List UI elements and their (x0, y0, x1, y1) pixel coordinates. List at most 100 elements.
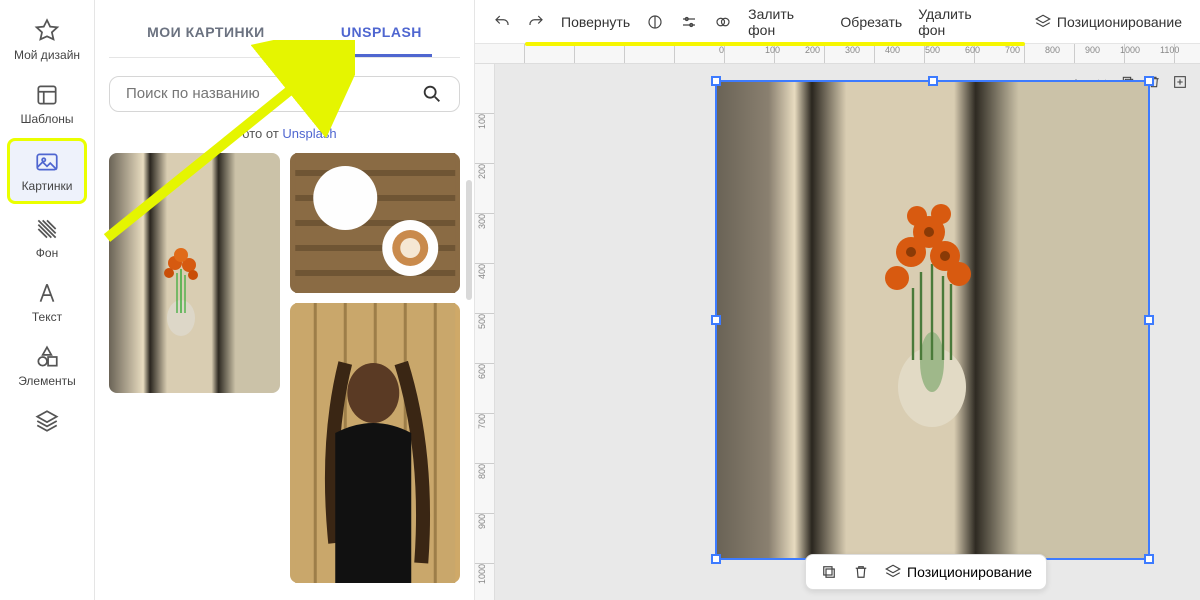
ruler-tick: 500 (477, 314, 487, 329)
template-icon (34, 82, 60, 108)
fill-bg-label: Залить фон (748, 6, 824, 38)
resize-handle[interactable] (928, 76, 938, 86)
ruler-tick: 900 (477, 514, 487, 529)
rail-item-images[interactable]: Картинки (7, 138, 87, 204)
ruler-tick: 100 (765, 45, 780, 55)
images-panel: МОИ КАРТИНКИ UNSPLASH Фото от Unsplash (95, 0, 475, 600)
text-icon (34, 280, 60, 306)
credit-link[interactable]: Unsplash (282, 126, 336, 141)
credit-line: Фото от Unsplash (109, 126, 460, 141)
ruler-tick: 800 (1045, 45, 1060, 55)
ruler-tick: 900 (1085, 45, 1100, 55)
rail-item-templates[interactable]: Шаблоны (7, 74, 87, 134)
shapes-icon (34, 344, 60, 370)
resize-handle[interactable] (711, 554, 721, 564)
coffee-thumbnail-art (290, 153, 461, 293)
popover-positioning-label: Позиционирование (907, 564, 1032, 580)
overlap-icon (714, 13, 732, 31)
tab-unsplash[interactable]: UNSPLASH (331, 10, 432, 57)
positioning-button[interactable]: Позиционирование (1034, 13, 1182, 31)
image-popover: Позиционирование (805, 554, 1047, 590)
thumbnail[interactable] (290, 153, 461, 293)
ruler-tick: 300 (845, 45, 860, 55)
ruler-tick: 800 (477, 464, 487, 479)
undo-icon (493, 13, 511, 31)
rail-label: Мой дизайн (14, 48, 80, 62)
rail-item-elements[interactable]: Элементы (7, 336, 87, 396)
fill-bg-button[interactable]: Залить фон (748, 6, 824, 38)
ruler-tick: 1000 (1120, 45, 1140, 55)
redo-button[interactable] (527, 13, 545, 31)
ruler-tick: 600 (477, 364, 487, 379)
ruler-tick: 1100 (1160, 45, 1179, 55)
rail-label: Текст (32, 310, 62, 324)
flower-canvas-art (847, 152, 1017, 432)
ruler-tick: 700 (1005, 45, 1020, 55)
ruler-tick: 200 (477, 164, 487, 179)
contrast-button[interactable] (646, 13, 664, 31)
search-bar[interactable] (109, 76, 460, 112)
ruler-tick: 500 (925, 45, 940, 55)
portrait-thumbnail-art (290, 303, 461, 583)
remove-bg-button[interactable]: Удалить фон (918, 6, 1002, 38)
scrollbar[interactable] (466, 180, 472, 300)
positioning-label: Позиционирование (1057, 14, 1182, 30)
rail-label: Картинки (22, 179, 73, 193)
left-rail: Мой дизайн Шаблоны Картинки Фон Текст Эл… (0, 0, 95, 600)
rail-item-text[interactable]: Текст (7, 272, 87, 332)
add-page-icon[interactable] (1172, 74, 1188, 90)
image-grid (109, 153, 460, 590)
ruler-tick: 200 (805, 45, 820, 55)
ruler-vertical: 100 200 300 400 500 600 700 800 900 1000 (475, 64, 495, 600)
credit-prefix: Фото от (232, 126, 282, 141)
rotate-button[interactable]: Повернуть (561, 14, 630, 30)
remove-bg-label: Удалить фон (918, 6, 1002, 38)
sliders-icon (680, 13, 698, 31)
layers-icon (34, 408, 60, 434)
rail-item-background[interactable]: Фон (7, 208, 87, 268)
flower-thumbnail-art (149, 223, 219, 343)
ruler-tick: 700 (477, 414, 487, 429)
undo-button[interactable] (493, 13, 511, 31)
tab-my-images[interactable]: МОИ КАРТИНКИ (137, 10, 275, 57)
resize-handle[interactable] (1144, 76, 1154, 86)
overlap-button[interactable] (714, 13, 732, 31)
thumbnail[interactable] (109, 153, 280, 393)
search-input[interactable] (126, 85, 421, 102)
adjust-button[interactable] (680, 13, 698, 31)
rail-item-my-design[interactable]: Мой дизайн (7, 10, 87, 70)
ruler-tick: 400 (885, 45, 900, 55)
rail-label: Шаблоны (20, 112, 73, 126)
selected-image[interactable] (715, 80, 1150, 560)
ruler-tick: 1000 (477, 564, 487, 584)
resize-handle[interactable] (1144, 554, 1154, 564)
canvas-area: Повернуть Залить фон Обрезать Удалить фо… (475, 0, 1200, 600)
ruler-tick: 400 (477, 264, 487, 279)
top-toolbar: Повернуть Залить фон Обрезать Удалить фо… (475, 0, 1200, 44)
ruler-tick: 0 (719, 45, 724, 55)
image-icon (34, 149, 60, 175)
duplicate-icon[interactable] (820, 563, 838, 581)
resize-handle[interactable] (711, 76, 721, 86)
crop-button[interactable]: Обрезать (840, 14, 902, 30)
trash-icon[interactable] (852, 563, 870, 581)
resize-handle[interactable] (711, 315, 721, 325)
popover-positioning-button[interactable]: Позиционирование (884, 563, 1032, 581)
ruler-tick: 100 (477, 114, 487, 129)
ruler-tick: 600 (965, 45, 980, 55)
rail-label: Элементы (18, 374, 76, 388)
rail-item-layers[interactable] (7, 400, 87, 446)
crop-label: Обрезать (840, 14, 902, 30)
annotation-underline (525, 42, 1025, 46)
pattern-icon (34, 216, 60, 242)
layers-icon (1034, 13, 1052, 31)
redo-icon (527, 13, 545, 31)
contrast-icon (646, 13, 664, 31)
resize-handle[interactable] (1144, 315, 1154, 325)
search-icon (421, 83, 443, 105)
ruler-tick: 300 (477, 214, 487, 229)
panel-tabs: МОИ КАРТИНКИ UNSPLASH (109, 10, 460, 58)
rail-label: Фон (36, 246, 58, 260)
ruler-horizontal: 0 100 200 300 400 500 600 700 800 900 10… (475, 44, 1200, 64)
thumbnail[interactable] (290, 303, 461, 583)
